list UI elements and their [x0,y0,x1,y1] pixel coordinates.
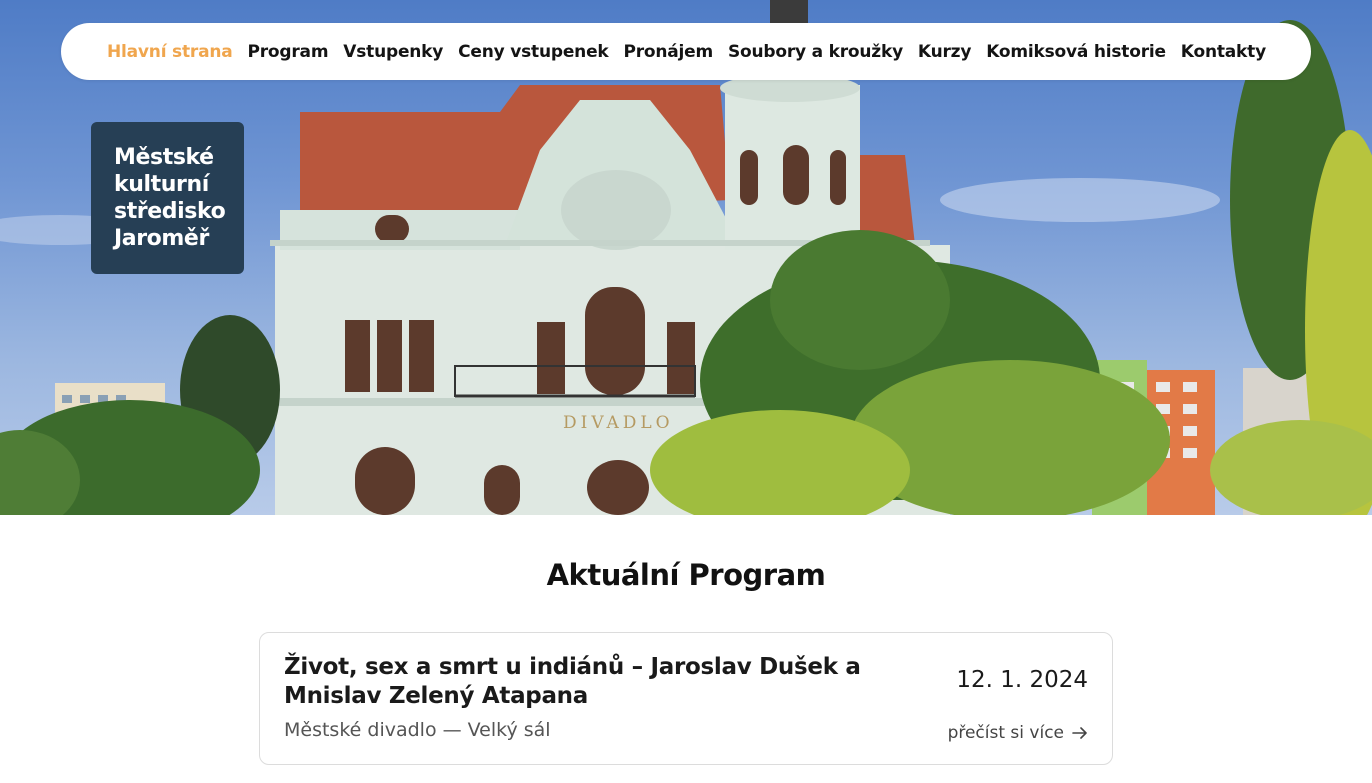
brand-line: Městské [114,145,214,170]
event-title[interactable]: Život, sex a smrt u indiánů – Jaroslav D… [284,653,914,711]
event-venue: Městské divadlo — Velký sál [284,719,551,741]
read-more-label: přečíst si více [947,723,1064,743]
site-logo-card[interactable]: Městské kulturní středisko Jaroměř [91,122,244,274]
brand-line: kulturní [114,172,209,197]
nav-item-contacts[interactable]: Kontakty [1181,42,1266,62]
event-card[interactable]: Život, sex a smrt u indiánů – Jaroslav D… [259,632,1113,765]
brand-line: Jaroměř [114,226,209,251]
building-sign: DIVADLO [563,413,674,433]
read-more-link[interactable]: přečíst si více [948,723,1088,743]
nav-item-courses[interactable]: Kurzy [918,42,972,62]
section-title: Aktuální Program [546,558,826,592]
arrow-right-icon [1072,727,1087,739]
nav-item-tickets[interactable]: Vstupenky [343,42,443,62]
nav-item-ticket-prices[interactable]: Ceny vstupenek [458,42,609,62]
nav-item-home[interactable]: Hlavní strana [107,42,233,62]
nav-item-comic-history[interactable]: Komiksová historie [986,42,1166,62]
nav-item-program[interactable]: Program [247,42,328,62]
nav-item-ensembles[interactable]: Soubory a kroužky [728,42,903,62]
brand-line: středisko [114,199,226,224]
nav-item-rental[interactable]: Pronájem [623,42,713,62]
event-date: 12. 1. 2024 [956,667,1088,693]
main-nav: Hlavní strana Program Vstupenky Ceny vst… [61,23,1311,80]
